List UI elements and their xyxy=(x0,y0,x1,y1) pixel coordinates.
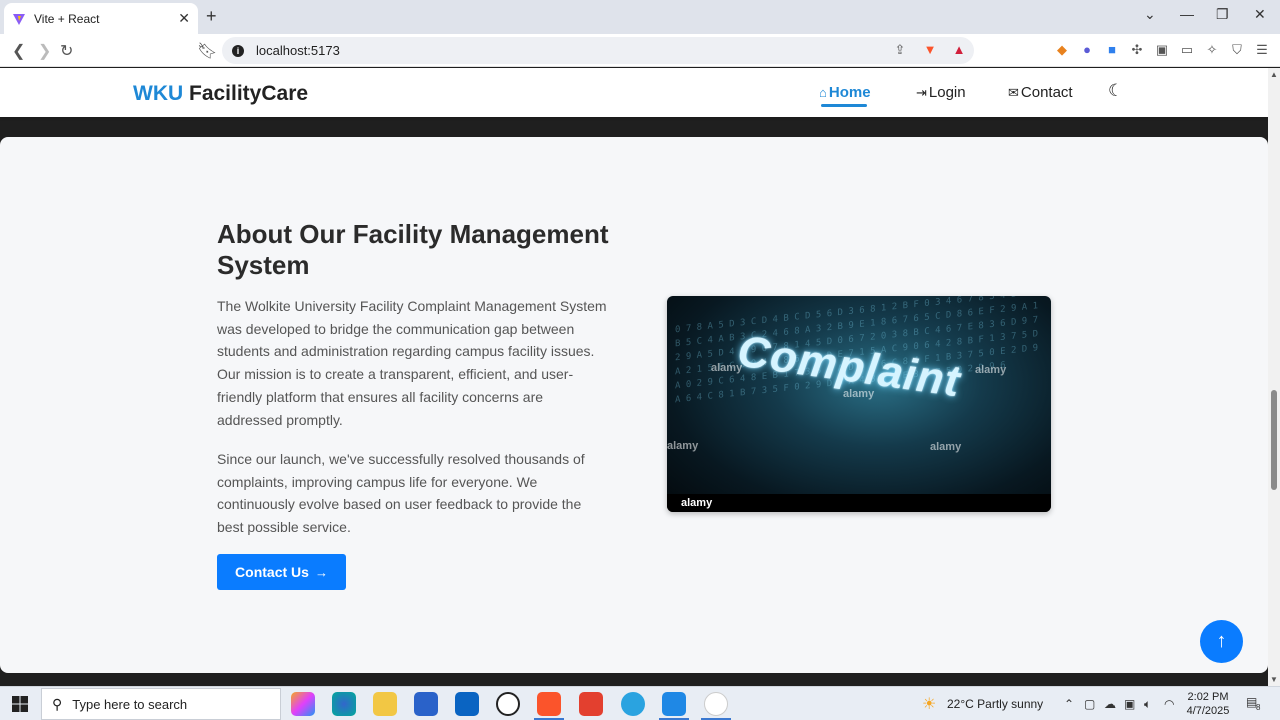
sidebar-icon[interactable]: ▣ xyxy=(1154,42,1170,58)
nav-contact[interactable]: ✉ Contact xyxy=(1008,84,1073,101)
metamask-icon[interactable]: ◆ xyxy=(1054,42,1070,58)
page-viewport: WKU FacilityCare ⌂ Home ⇥ Login ✉ Contac… xyxy=(0,68,1268,686)
browser-toolbar: ❮ ❯ ↻ 🔖︎ i localhost:5173 ⇪ ▼ ▲ ◆ ● ■ ✣ … xyxy=(0,34,1280,67)
telegram-icon[interactable] xyxy=(621,692,645,716)
tab-title: Vite + React xyxy=(34,11,100,26)
dell-icon[interactable] xyxy=(496,692,520,716)
url-text: localhost:5173 xyxy=(256,43,340,58)
new-tab-icon[interactable]: + xyxy=(206,6,217,27)
menu-icon[interactable]: ☰ xyxy=(1254,42,1270,58)
store-icon[interactable] xyxy=(414,692,438,716)
search-placeholder: Type here to search xyxy=(72,696,188,712)
clock-time: 2:02 PM xyxy=(1187,691,1229,703)
nav-login-label: Login xyxy=(928,84,966,101)
contact-us-button[interactable]: Contact Us → xyxy=(217,554,346,590)
extension-icon[interactable]: ● xyxy=(1079,42,1095,58)
leo-ai-icon[interactable]: ✧ xyxy=(1204,42,1220,58)
weather-text[interactable]: 22°C Partly sunny xyxy=(947,697,1043,711)
browser-tab[interactable]: Vite + React ✕ xyxy=(4,3,198,34)
search-icon: ⚲ xyxy=(52,695,63,712)
reload-icon[interactable]: ↻ xyxy=(60,41,73,61)
copilot-icon[interactable] xyxy=(291,692,315,716)
tab-list-icon[interactable]: ⌄ xyxy=(1144,6,1156,23)
watermark: alamy xyxy=(843,388,875,400)
windows-taskbar: ⚲ Type here to search ☀ 22°C Partly sunn… xyxy=(0,686,1280,720)
share-icon[interactable]: ⇪ xyxy=(892,42,908,58)
about-paragraph-1: The Wolkite University Facility Complain… xyxy=(217,298,607,428)
vscode-icon[interactable] xyxy=(662,692,686,716)
weather-icon[interactable]: ☀ xyxy=(922,694,936,714)
tray-app-icon[interactable]: ▣ xyxy=(1124,697,1135,711)
scrollbar-thumb[interactable] xyxy=(1271,390,1277,490)
about-paragraph-2: Since our launch, we've successfully res… xyxy=(217,451,585,536)
bookmark-icon[interactable]: 🔖︎ xyxy=(197,41,217,61)
tray-app-icon[interactable]: ▢ xyxy=(1084,697,1095,711)
watermark: alamy xyxy=(975,364,1007,376)
mail-icon: ✉ xyxy=(1008,84,1019,100)
brand-name: FacilityCare xyxy=(183,82,309,105)
image-footer: alamy xyxy=(667,494,1051,512)
puzzle-icon[interactable]: ✣ xyxy=(1129,42,1145,58)
arrow-up-icon: ↑ xyxy=(1216,630,1227,652)
file-explorer-icon[interactable] xyxy=(373,692,397,716)
home-icon: ⌂ xyxy=(819,85,827,100)
brave-rewards-icon[interactable]: ▲ xyxy=(951,42,967,58)
volume-icon[interactable]: 🔈︎ xyxy=(1144,697,1151,712)
minimize-icon[interactable]: — xyxy=(1180,6,1194,22)
login-icon: ⇥ xyxy=(916,84,927,100)
nav-contact-label: Contact xyxy=(1020,84,1073,101)
clock-date: 4/7/2025 xyxy=(1186,705,1230,717)
image-code-pattern: 0 7 8 A 5 D 3 C D 4 B C D 5 6 D 3 6 8 1 … xyxy=(675,296,1039,406)
brave-shields-icon[interactable]: ▼ xyxy=(922,42,938,58)
scroll-to-top-button[interactable]: ↑ xyxy=(1200,620,1243,663)
about-section: About Our Facility Management System The… xyxy=(0,137,1268,673)
brand-logo[interactable]: WKU FacilityCare xyxy=(133,82,308,106)
extension-icon[interactable]: ■ xyxy=(1104,42,1120,58)
nav-home-label: Home xyxy=(828,84,871,101)
scroll-up-icon[interactable]: ▲ xyxy=(1270,70,1278,79)
watermark: alamy xyxy=(930,441,962,453)
wifi-icon[interactable]: ◠ xyxy=(1164,697,1174,711)
onedrive-icon[interactable]: ☁ xyxy=(1104,697,1116,711)
vite-icon xyxy=(13,13,25,25)
back-icon[interactable]: ❮ xyxy=(12,41,25,61)
watermark: alamy xyxy=(667,440,699,452)
taskbar-search[interactable]: ⚲ Type here to search xyxy=(41,688,281,720)
scroll-down-icon[interactable]: ▼ xyxy=(1270,675,1278,684)
page-scrollbar[interactable]: ▲ ▼ xyxy=(1268,68,1280,686)
mongodb-icon[interactable] xyxy=(704,692,728,716)
nav-active-indicator xyxy=(821,104,867,107)
site-header: WKU FacilityCare ⌂ Home ⇥ Login ✉ Contac… xyxy=(0,68,1268,117)
watermark: alamy xyxy=(711,362,743,374)
wps-icon[interactable] xyxy=(579,692,603,716)
edge-icon[interactable] xyxy=(332,692,356,716)
windows-start-icon[interactable] xyxy=(12,696,28,712)
forward-icon[interactable]: ❯ xyxy=(38,41,51,61)
arrow-right-icon: → xyxy=(314,564,328,580)
brand-prefix: WKU xyxy=(133,82,184,105)
contact-us-label: Contact Us xyxy=(235,564,309,580)
brave-icon[interactable] xyxy=(537,692,561,716)
wallet-icon[interactable]: ▭ xyxy=(1179,42,1195,58)
address-bar[interactable]: i localhost:5173 xyxy=(222,37,974,64)
tray-overflow-icon[interactable]: ⌃ xyxy=(1064,697,1074,711)
taskbar-clock[interactable]: 2:02 PM 4/7/2025 xyxy=(1184,690,1232,718)
restore-icon[interactable]: ❐ xyxy=(1216,6,1229,23)
moon-icon[interactable]: ☾ xyxy=(1108,81,1123,101)
nav-home[interactable]: ⌂ Home xyxy=(819,84,871,101)
complaint-image: 0 7 8 A 5 D 3 C D 4 B C D 5 6 D 3 6 8 1 … xyxy=(667,296,1051,512)
notification-count: 8 xyxy=(1256,703,1261,712)
nav-login[interactable]: ⇥ Login xyxy=(916,84,966,101)
close-tab-icon[interactable]: ✕ xyxy=(178,10,190,27)
outlook-icon[interactable] xyxy=(455,692,479,716)
site-info-icon[interactable]: i xyxy=(232,44,244,57)
browser-tabbar: Vite + React ✕ + ⌄ — ❐ ✕ xyxy=(0,0,1280,34)
watermark-logo: alamy xyxy=(681,497,713,509)
about-title: About Our Facility Management System xyxy=(217,219,609,280)
vpn-icon[interactable]: ⛉ xyxy=(1229,42,1245,58)
window-close-icon[interactable]: ✕ xyxy=(1254,6,1266,23)
